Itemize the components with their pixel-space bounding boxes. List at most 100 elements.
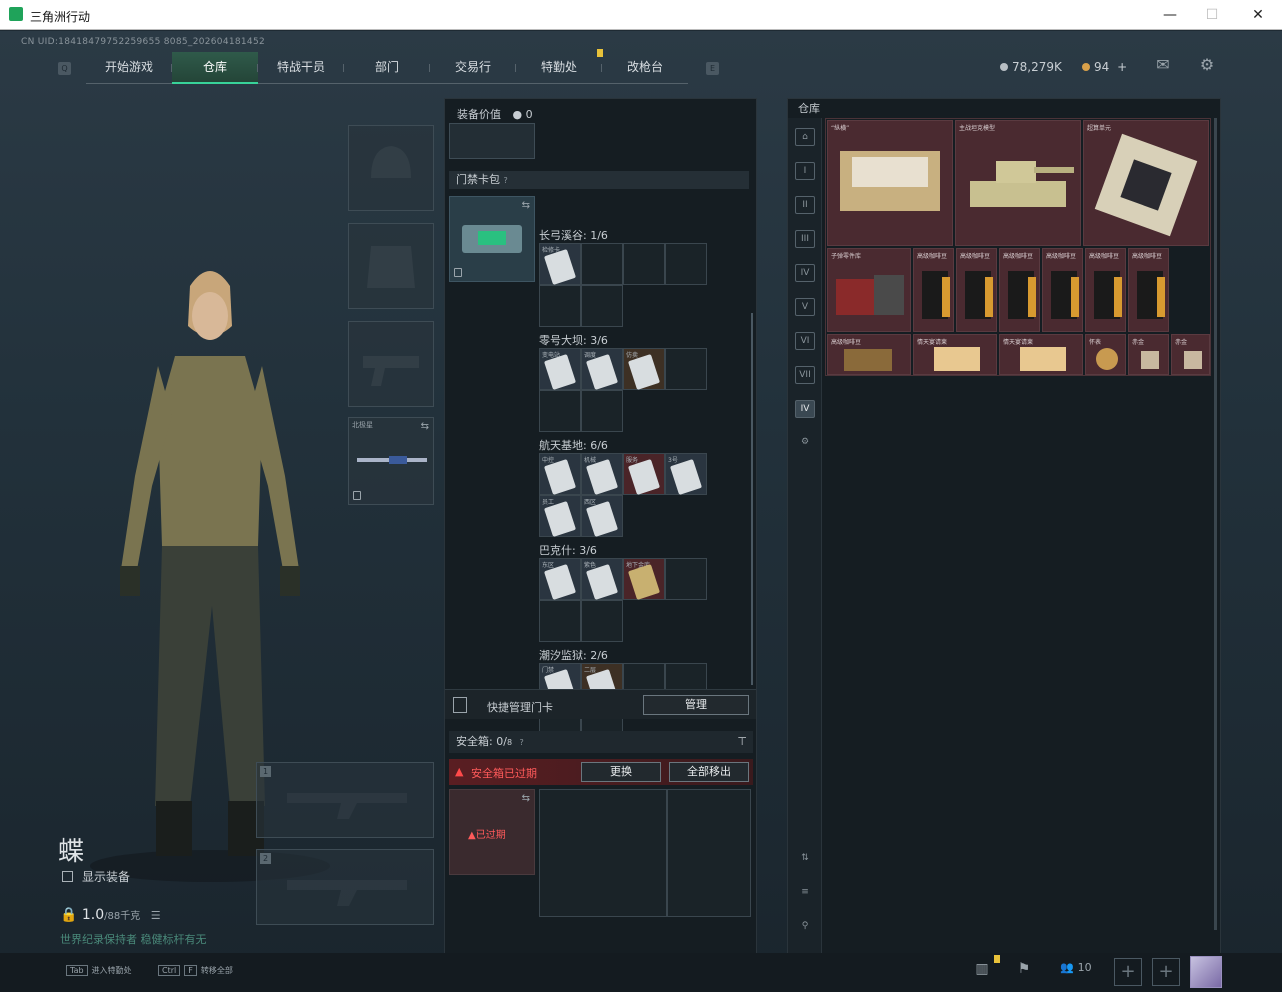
- access-card-item[interactable]: 东区: [539, 558, 581, 600]
- stash-tab-home-icon[interactable]: ⌂: [795, 128, 815, 146]
- list-icon[interactable]: ☰: [151, 909, 161, 922]
- empty-card-slot[interactable]: [665, 348, 707, 390]
- help-icon[interactable]: ?: [520, 738, 524, 747]
- stash-item[interactable]: 高级咖啡豆: [1042, 248, 1083, 332]
- empty-card-slot[interactable]: [581, 285, 623, 327]
- stash-tab-8-icon[interactable]: IV: [795, 400, 815, 418]
- access-card-item[interactable]: 紫色: [581, 558, 623, 600]
- melee-slot[interactable]: 北极星 ⇆: [348, 417, 434, 505]
- stash-settings-icon[interactable]: ⚙: [795, 434, 815, 452]
- access-card-item[interactable]: 西区: [581, 495, 623, 537]
- stash-tab-1-icon[interactable]: I: [795, 162, 815, 180]
- secondary-weapon-slot[interactable]: 2: [256, 849, 434, 925]
- safe-box-image[interactable]: ⇆ ▲已过期: [449, 789, 535, 875]
- friends-button[interactable]: 👥 10: [1056, 961, 1096, 983]
- stash-item[interactable]: 子弹零件库: [827, 248, 911, 332]
- stash-item[interactable]: 高级咖啡豆: [1085, 248, 1126, 332]
- stash-item[interactable]: 高级咖啡豆: [1128, 248, 1169, 332]
- safe-box-slot[interactable]: [667, 789, 751, 917]
- stash-item[interactable]: 赤金: [1128, 334, 1169, 375]
- tab-4[interactable]: 交易行: [430, 52, 516, 84]
- add-teammate-button[interactable]: +: [1152, 958, 1180, 986]
- card-pack-image[interactable]: ⇆: [449, 196, 535, 282]
- access-card-item[interactable]: 机械: [581, 453, 623, 495]
- stash-tab-4-icon[interactable]: IV: [795, 264, 815, 282]
- help-icon[interactable]: ?: [504, 176, 508, 185]
- access-card-item[interactable]: 调度: [581, 348, 623, 390]
- access-card-item[interactable]: 地下金库: [623, 558, 665, 600]
- stash-item[interactable]: 情天宴请柬: [913, 334, 997, 375]
- checkbox[interactable]: [62, 871, 73, 882]
- empty-card-slot[interactable]: [665, 558, 707, 600]
- access-card-item[interactable]: 检修卡: [539, 243, 581, 285]
- stash-item[interactable]: 超算单元: [1083, 120, 1209, 246]
- empty-card-slot[interactable]: [581, 390, 623, 432]
- tab-6[interactable]: 改枪台: [602, 52, 688, 84]
- stash-filter-icon[interactable]: ⚲: [795, 918, 815, 936]
- helmet-slot[interactable]: [348, 125, 434, 211]
- tab-5[interactable]: 特勤处: [516, 52, 602, 84]
- stash-item[interactable]: 高级咖啡豆: [999, 248, 1040, 332]
- stash-item[interactable]: 高级咖啡豆: [956, 248, 997, 332]
- access-card-item[interactable]: 仿卖: [623, 348, 665, 390]
- move-all-button[interactable]: 全部移出: [669, 762, 749, 782]
- empty-card-slot[interactable]: [539, 600, 581, 642]
- replace-button[interactable]: 更换: [581, 762, 661, 782]
- tab-3[interactable]: 部门: [344, 52, 430, 84]
- stash-tab-6-icon[interactable]: VI: [795, 332, 815, 350]
- access-card-item[interactable]: 员工: [539, 495, 581, 537]
- nav-next-icon[interactable]: E: [706, 62, 719, 75]
- pin-icon[interactable]: ⊤: [737, 731, 747, 753]
- minimize-button[interactable]: —: [1160, 6, 1180, 24]
- empty-card-slot[interactable]: [581, 600, 623, 642]
- armor-slot[interactable]: [348, 223, 434, 309]
- pistol-slot[interactable]: [348, 321, 434, 407]
- stash-item[interactable]: “纵横”: [827, 120, 953, 246]
- empty-card-slot[interactable]: [539, 390, 581, 432]
- nav-prev-icon[interactable]: Q: [58, 62, 71, 75]
- access-card-item[interactable]: 服务: [623, 453, 665, 495]
- access-card-item[interactable]: 3号: [665, 453, 707, 495]
- backpack-slot[interactable]: [449, 123, 535, 159]
- stash-scrollbar[interactable]: [1214, 118, 1217, 930]
- stash-layers-icon[interactable]: ≡: [795, 884, 815, 902]
- empty-card-slot[interactable]: [623, 243, 665, 285]
- swap-icon[interactable]: ⇆: [522, 200, 530, 211]
- player-avatar[interactable]: [1190, 956, 1222, 988]
- manage-button[interactable]: 管理: [643, 695, 749, 715]
- hint-transfer-all[interactable]: Ctrl F 转移全部: [158, 965, 233, 976]
- empty-card-slot[interactable]: [665, 243, 707, 285]
- show-equipment-toggle[interactable]: 显示装备: [62, 868, 130, 885]
- maximize-button[interactable]: ☐: [1202, 6, 1222, 24]
- hint-enter-ops[interactable]: Tab 进入特勤处: [66, 965, 132, 976]
- tab-2[interactable]: 特战干员: [258, 52, 344, 84]
- stash-item[interactable]: 主战坦克模型: [955, 120, 1081, 246]
- flag-icon[interactable]: ⚑: [1012, 961, 1036, 983]
- stash-item[interactable]: 赤金: [1171, 334, 1210, 375]
- mail-icon[interactable]: ✉: [1154, 57, 1172, 73]
- safe-box-slot[interactable]: [539, 789, 667, 917]
- stash-item[interactable]: 情天宴请柬: [999, 334, 1083, 375]
- close-button[interactable]: ✕: [1248, 6, 1268, 24]
- swap-icon[interactable]: ⇆: [522, 793, 530, 804]
- tab-0[interactable]: 开始游戏: [86, 52, 172, 84]
- stash-tab-5-icon[interactable]: V: [795, 298, 815, 316]
- stash-item[interactable]: 怀表: [1085, 334, 1126, 375]
- access-card-item[interactable]: 中控: [539, 453, 581, 495]
- access-card-item[interactable]: 变电站: [539, 348, 581, 390]
- stash-tab-7-icon[interactable]: VII: [795, 366, 815, 384]
- stash-item[interactable]: 高级咖啡豆: [827, 334, 911, 375]
- add-teammate-button[interactable]: +: [1114, 958, 1142, 986]
- stats-chart-icon[interactable]: ▥: [970, 961, 994, 983]
- stash-tab-2-icon[interactable]: II: [795, 196, 815, 214]
- tab-1[interactable]: 仓库: [172, 52, 258, 84]
- primary-weapon-slot[interactable]: 1: [256, 762, 434, 838]
- settings-gear-icon[interactable]: ⚙: [1198, 57, 1216, 73]
- scrollbar[interactable]: [751, 313, 753, 685]
- stash-item[interactable]: 高级咖啡豆: [913, 248, 954, 332]
- add-currency-icon[interactable]: +: [1117, 60, 1127, 74]
- empty-card-slot[interactable]: [581, 243, 623, 285]
- empty-card-slot[interactable]: [539, 285, 581, 327]
- stash-tab-3-icon[interactable]: III: [795, 230, 815, 248]
- stash-sort-icon[interactable]: ⇅: [795, 850, 815, 868]
